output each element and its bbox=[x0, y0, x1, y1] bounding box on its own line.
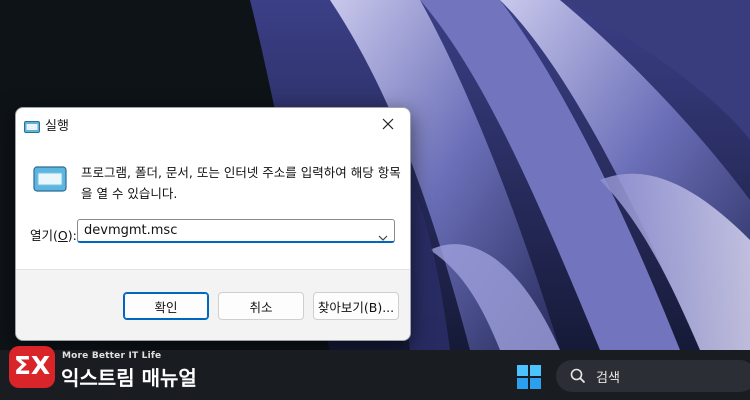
open-combobox[interactable]: devmgmt.msc bbox=[77, 219, 395, 243]
brand-tagline: More Better IT Life bbox=[62, 351, 162, 361]
dialog-titlebar[interactable]: 실행 bbox=[16, 108, 410, 140]
close-icon bbox=[382, 118, 394, 130]
dialog-description: 프로그램, 폴더, 문서, 또는 인터넷 주소를 입력하여 해당 항목을 열 수… bbox=[81, 165, 401, 201]
open-label: 열기(O): bbox=[30, 228, 77, 243]
run-program-icon bbox=[33, 166, 67, 192]
dialog-title: 실행 bbox=[45, 119, 69, 134]
search-icon bbox=[570, 368, 586, 384]
taskbar-search[interactable]: 검색 bbox=[556, 360, 750, 392]
windows-logo-icon bbox=[517, 365, 541, 389]
ok-button[interactable]: 확인 bbox=[123, 292, 209, 320]
chevron-down-icon[interactable] bbox=[378, 227, 388, 241]
search-placeholder: 검색 bbox=[596, 371, 620, 386]
run-icon bbox=[24, 118, 40, 133]
start-button[interactable] bbox=[516, 364, 542, 390]
close-button[interactable] bbox=[372, 110, 404, 138]
browse-button[interactable]: 찾아보기(B)... bbox=[313, 292, 399, 320]
brand-badge: ΣX bbox=[9, 346, 55, 388]
brand-badge-text: ΣX bbox=[13, 351, 51, 380]
brand-name: 익스트림 매뉴얼 bbox=[61, 366, 197, 390]
dialog-footer: 확인 취소 찾아보기(B)... bbox=[16, 269, 410, 340]
run-dialog: 실행 프로그램, 폴더, 문서, 또는 인터넷 주소를 입력하여 해당 항목을 … bbox=[15, 107, 411, 341]
watermark-logo: ΣX More Better IT Life 익스트림 매뉴얼 bbox=[7, 344, 227, 394]
open-input[interactable]: devmgmt.msc bbox=[84, 223, 177, 238]
cancel-button[interactable]: 취소 bbox=[218, 292, 304, 320]
